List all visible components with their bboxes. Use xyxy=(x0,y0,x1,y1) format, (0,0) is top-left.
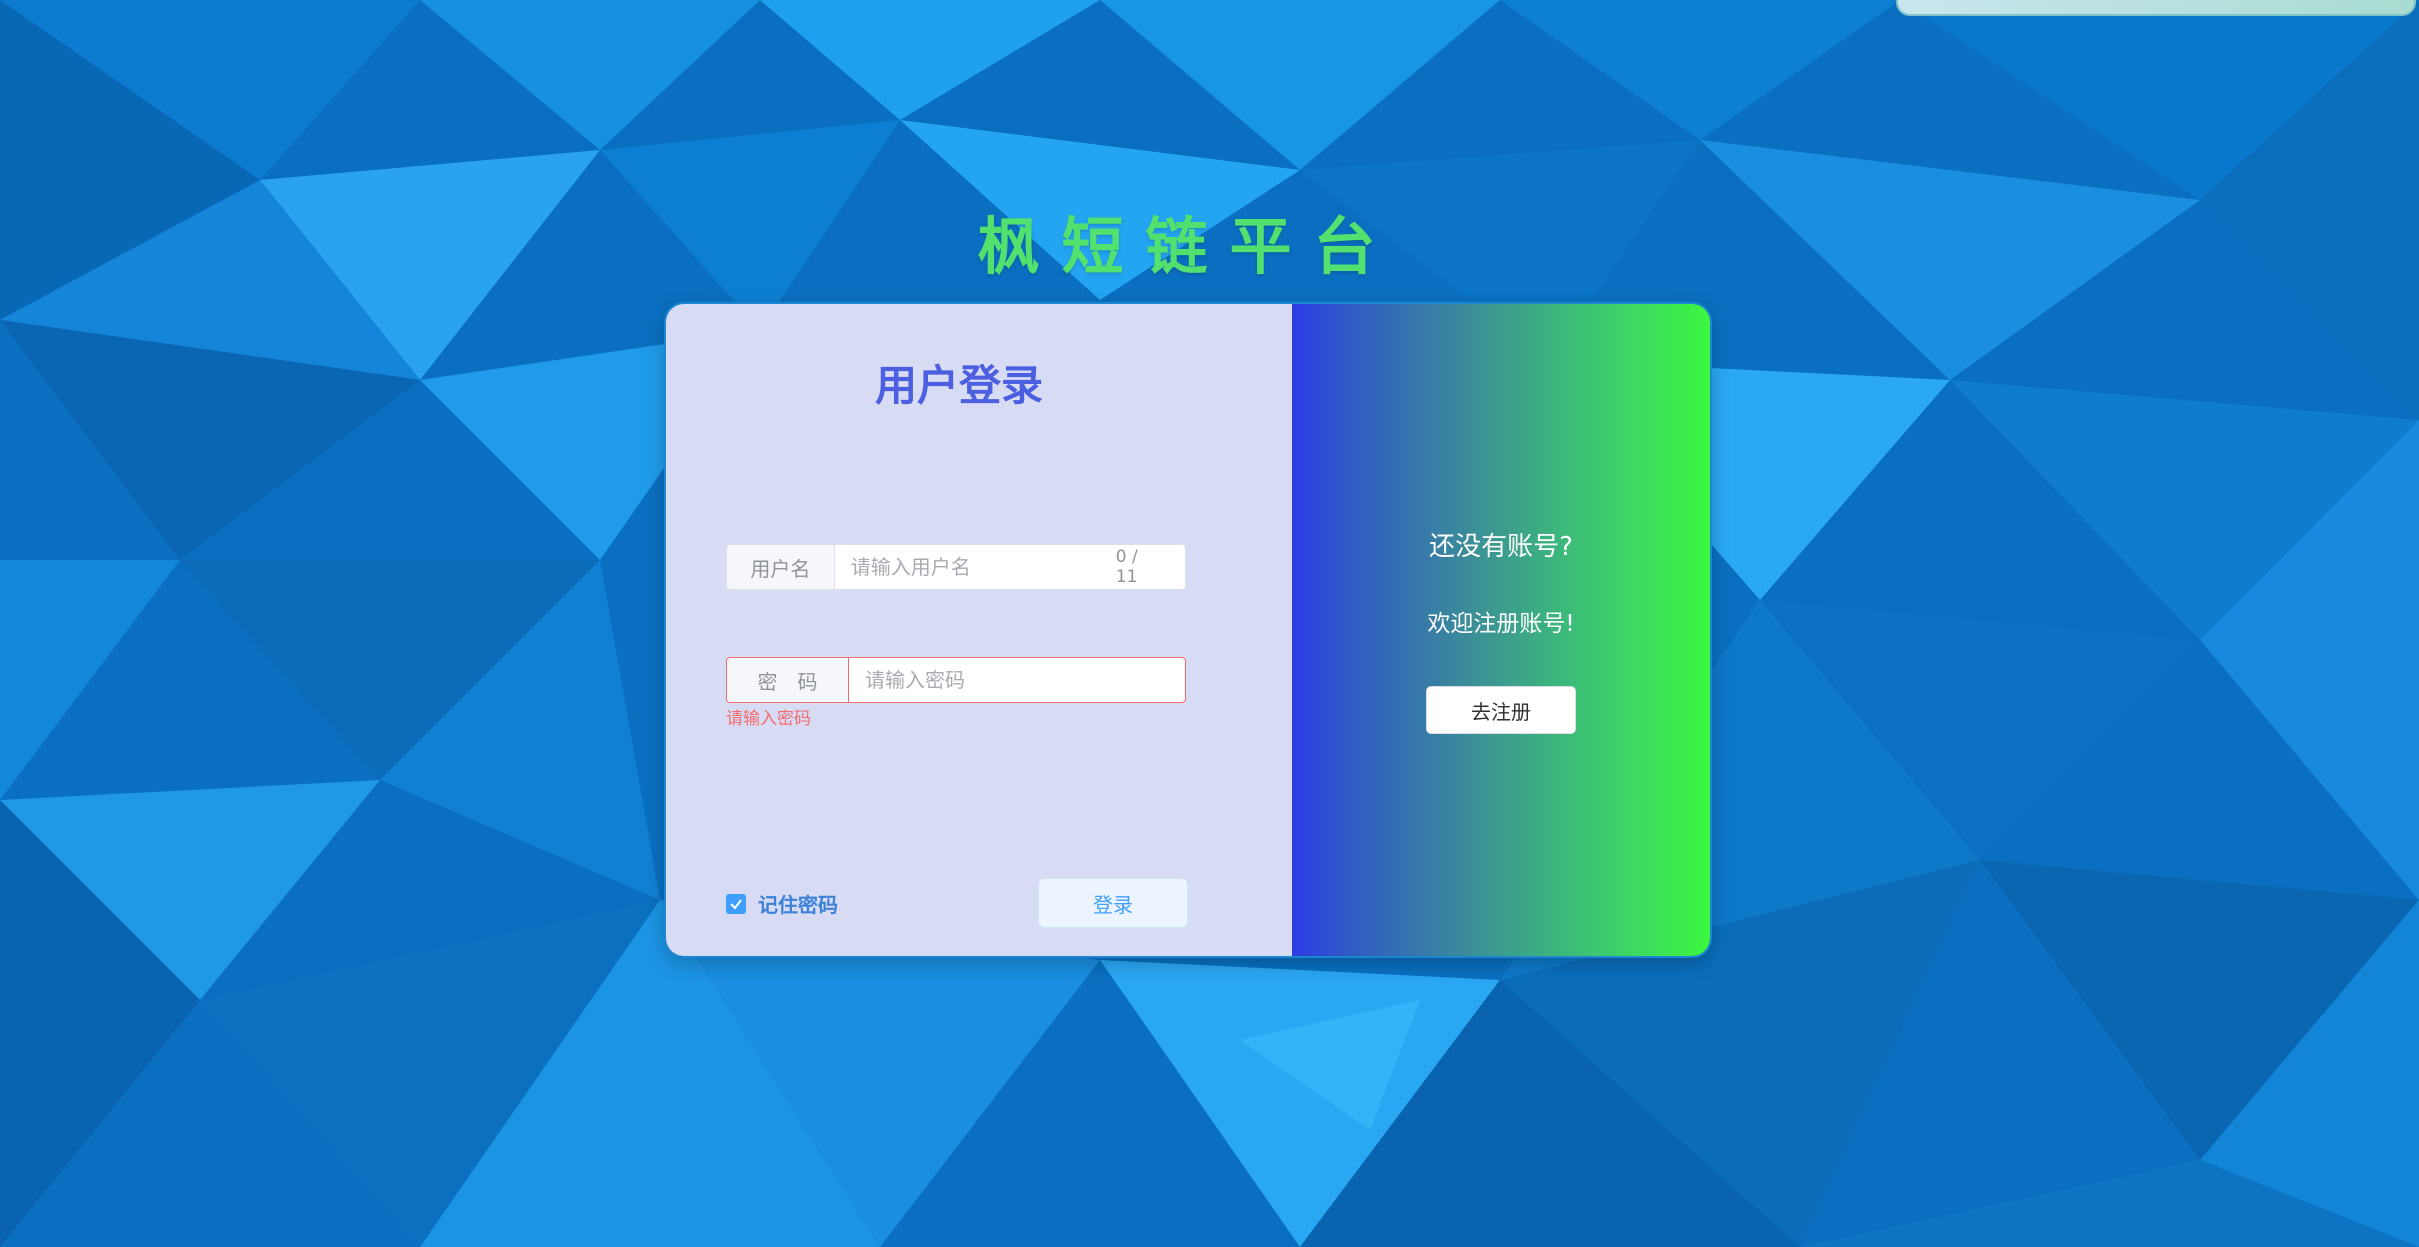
register-welcome: 欢迎注册账号! xyxy=(1427,611,1575,637)
login-button[interactable]: 登录 xyxy=(1038,878,1188,928)
top-right-panel-edge xyxy=(1896,0,2416,16)
login-card: 用户登录 用户名 0 / 11 密 码 请输入密码 记住密码 登录 还没有账号?… xyxy=(666,304,1710,956)
remember-password-checkbox[interactable]: 记住密码 xyxy=(726,889,838,918)
username-input[interactable] xyxy=(834,545,1116,589)
checkbox-box[interactable] xyxy=(726,893,746,914)
register-panel: 还没有账号? 欢迎注册账号! 去注册 xyxy=(1292,304,1710,956)
login-title: 用户登录 xyxy=(874,361,1043,410)
username-label: 用户名 xyxy=(727,545,835,589)
password-label: 密 码 xyxy=(727,658,849,702)
password-input[interactable] xyxy=(849,658,1185,702)
remember-password-label: 记住密码 xyxy=(758,893,838,917)
login-panel: 用户登录 用户名 0 / 11 密 码 请输入密码 记住密码 登录 xyxy=(666,304,1292,956)
password-field: 密 码 xyxy=(726,657,1186,703)
go-register-button[interactable]: 去注册 xyxy=(1426,686,1576,734)
platform-title: 枫短链平台 xyxy=(977,210,1398,283)
check-icon xyxy=(730,898,742,910)
username-field: 用户名 0 / 11 xyxy=(726,544,1186,590)
username-char-counter: 0 / 11 xyxy=(1115,547,1138,587)
register-question: 还没有账号? xyxy=(1429,532,1573,562)
password-error-message: 请输入密码 xyxy=(726,709,811,729)
